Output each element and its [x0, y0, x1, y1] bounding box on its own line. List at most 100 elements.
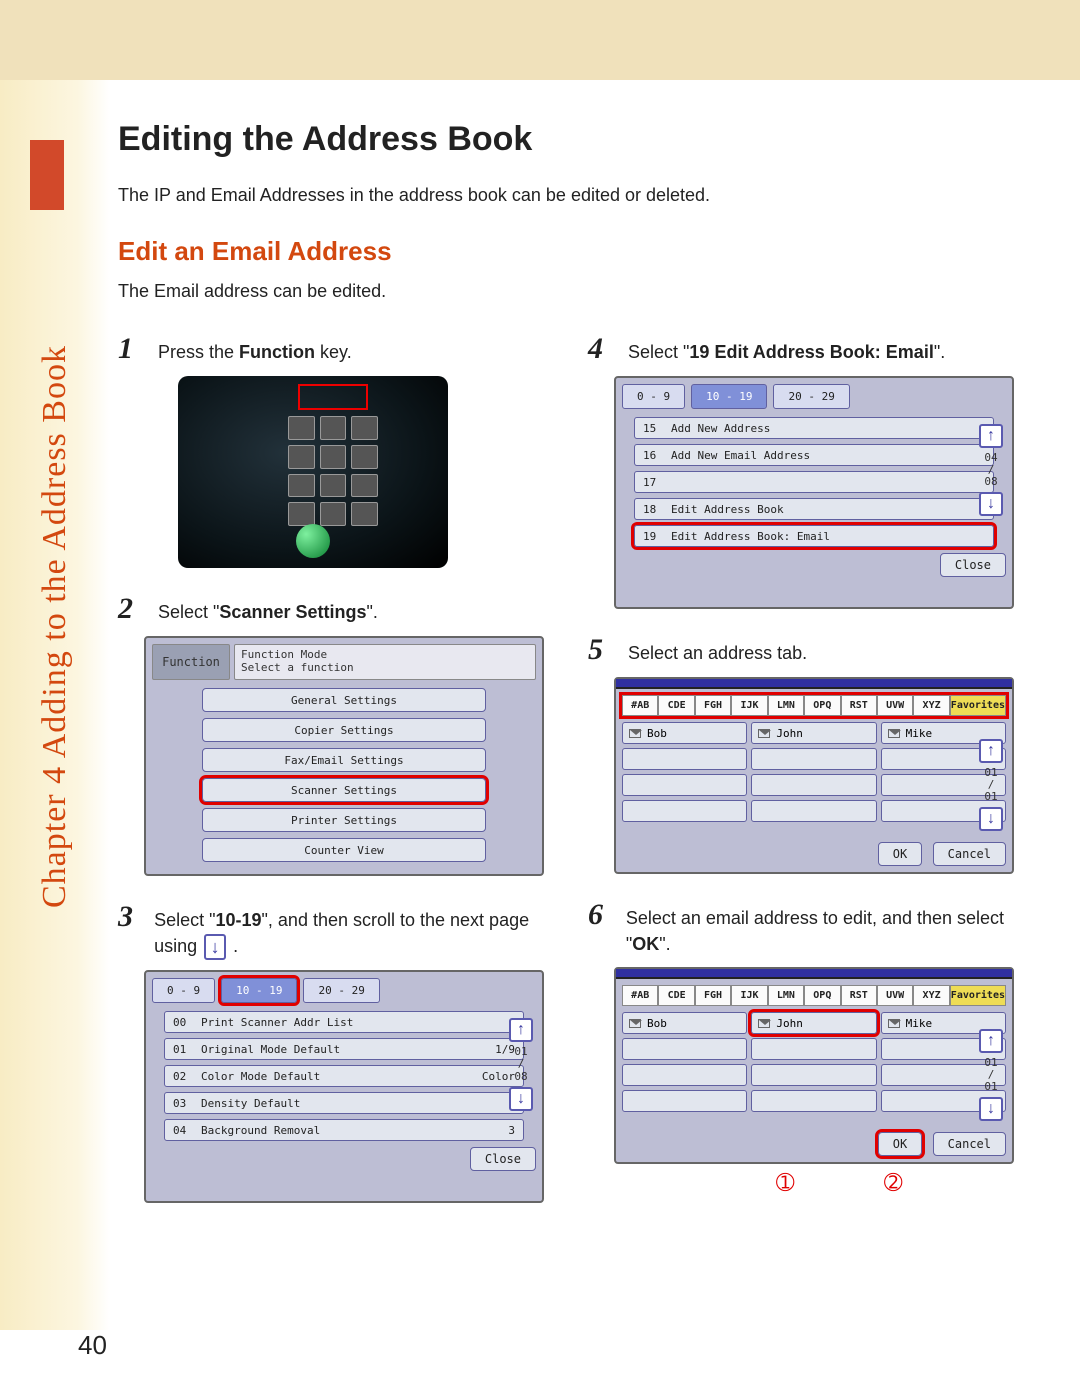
step-4-number: 4 [588, 332, 614, 366]
tab-ijk[interactable]: IJK [731, 695, 767, 716]
scroll-up-icon[interactable]: ↑ [979, 424, 1003, 448]
cancel-button[interactable]: Cancel [933, 842, 1006, 866]
list-row[interactable]: 15Add New Address [634, 417, 994, 439]
tab-20-29[interactable]: 20 - 29 [303, 978, 379, 1003]
step-5-number: 5 [588, 633, 614, 667]
scroll-up-icon[interactable]: ↑ [979, 1029, 1003, 1053]
list-row[interactable]: 16Add New Email Address [634, 444, 994, 466]
address-entry[interactable]: Bob [622, 722, 747, 744]
tab-xyz[interactable]: XYZ [913, 695, 949, 716]
ok-button[interactable]: OK [878, 1132, 922, 1156]
top-band [0, 0, 1080, 80]
address-entry[interactable]: John [751, 1012, 876, 1034]
close-button[interactable]: Close [940, 553, 1006, 577]
tab-lmn[interactable]: LMN [768, 985, 804, 1006]
step-2: 2 Select "Scanner Settings". Function Fu… [118, 592, 548, 876]
step-4: 4 Select "19 Edit Address Book: Email". … [588, 332, 1018, 609]
step-1-text: Press the Function key. [158, 339, 352, 365]
address-tabs-row[interactable]: #AB CDE FGH IJK LMN OPQ RST UVW XYZ Favo… [622, 695, 1006, 716]
step-1: 1 Press the Function key. [118, 332, 548, 568]
scroll-down-icon[interactable]: ↓ [979, 492, 1003, 516]
option-printer-settings[interactable]: Printer Settings [202, 808, 486, 832]
step-1-number: 1 [118, 332, 144, 366]
list-row[interactable]: 04Background Removal3 [164, 1119, 524, 1141]
tab-fgh[interactable]: FGH [695, 985, 731, 1006]
list-row[interactable]: 02Color Mode DefaultColor [164, 1065, 524, 1087]
tab-20-29[interactable]: 20 - 29 [773, 384, 849, 409]
function-panel-title: Function Mode Select a function [234, 644, 536, 680]
tab-uvw[interactable]: UVW [877, 695, 913, 716]
tab-rst[interactable]: RST [841, 985, 877, 1006]
function-key-highlight [298, 384, 368, 410]
row-edit-address-book-email[interactable]: 19Edit Address Book: Email [634, 525, 994, 547]
callout-1-icon: ➀ [776, 1170, 794, 1196]
tab-fgh[interactable]: FGH [695, 695, 731, 716]
tab-ijk[interactable]: IJK [731, 985, 767, 1006]
mail-icon [888, 1019, 900, 1028]
step-5-text: Select an address tab. [628, 640, 807, 666]
list-row[interactable]: 03Density Default0 [164, 1092, 524, 1114]
address-entry[interactable]: Bob [622, 1012, 747, 1034]
intro-paragraph-2: The Email address can be edited. [118, 281, 1028, 302]
start-button-icon [296, 524, 330, 558]
tab-10-19[interactable]: 10 - 19 [691, 384, 767, 409]
scroll-position-label: 04/08 [984, 452, 997, 488]
option-scanner-settings[interactable]: Scanner Settings [202, 778, 486, 802]
scroll-up-icon[interactable]: ↑ [509, 1018, 533, 1042]
tab-opq[interactable]: OPQ [804, 695, 840, 716]
cancel-button[interactable]: Cancel [933, 1132, 1006, 1156]
tab-xyz[interactable]: XYZ [913, 985, 949, 1006]
mail-icon [629, 729, 641, 738]
intro-paragraph-1: The IP and Email Addresses in the addres… [118, 185, 1028, 206]
function-mode-panel: Function Function Mode Select a function… [144, 636, 544, 876]
scroll-down-icon[interactable]: ↓ [509, 1087, 533, 1111]
tab-ab[interactable]: #AB [622, 985, 658, 1006]
option-counter-view[interactable]: Counter View [202, 838, 486, 862]
tab-10-19[interactable]: 10 - 19 [221, 978, 297, 1003]
mail-icon [758, 729, 770, 738]
tab-cde[interactable]: CDE [658, 985, 694, 1006]
scroll-down-icon[interactable]: ↓ [979, 1097, 1003, 1121]
step-6-number: 6 [588, 898, 612, 932]
step-3-text: Select "10-19", and then scroll to the n… [154, 907, 548, 960]
scroll-position-label: 01/08 [514, 1046, 527, 1082]
scroll-down-icon[interactable]: ↓ [979, 807, 1003, 831]
callout-2-icon: ➁ [884, 1170, 902, 1196]
step-2-text: Select "Scanner Settings". [158, 599, 378, 625]
list-row[interactable]: 00Print Scanner Addr List [164, 1011, 524, 1033]
scroll-position-label: 01/01 [984, 1057, 997, 1093]
scroll-down-icon: ↓ [204, 934, 226, 960]
close-button[interactable]: Close [470, 1147, 536, 1171]
step-3: 3 Select "10-19", and then scroll to the… [118, 900, 548, 1203]
tab-uvw[interactable]: UVW [877, 985, 913, 1006]
address-tabs-row[interactable]: #AB CDE FGH IJK LMN OPQ RST UVW XYZ Favo… [622, 985, 1006, 1006]
mail-icon [758, 1019, 770, 1028]
function-tab-label[interactable]: Function [152, 644, 230, 680]
tab-ab[interactable]: #AB [622, 695, 658, 716]
device-keypad-illustration [178, 376, 448, 568]
scanner-settings-panel: 0 - 9 10 - 19 20 - 29 00Print Scanner Ad… [144, 970, 544, 1203]
address-entry[interactable]: John [751, 722, 876, 744]
step-6: 6 Select an email address to edit, and t… [588, 898, 1018, 1164]
tab-0-9[interactable]: 0 - 9 [152, 978, 215, 1003]
scroll-up-icon[interactable]: ↑ [979, 739, 1003, 763]
tab-rst[interactable]: RST [841, 695, 877, 716]
tab-lmn[interactable]: LMN [768, 695, 804, 716]
section-heading: Edit an Email Address [118, 236, 1028, 267]
step-2-number: 2 [118, 592, 144, 626]
step-3-number: 3 [118, 900, 140, 934]
list-row[interactable]: 17 [634, 471, 994, 493]
option-fax-email-settings[interactable]: Fax/Email Settings [202, 748, 486, 772]
option-copier-settings[interactable]: Copier Settings [202, 718, 486, 742]
list-row[interactable]: 18Edit Address Book [634, 498, 994, 520]
list-row[interactable]: 01Original Mode Default1/9 [164, 1038, 524, 1060]
tab-opq[interactable]: OPQ [804, 985, 840, 1006]
tab-favorites[interactable]: Favorites [950, 985, 1006, 1006]
ok-button[interactable]: OK [878, 842, 922, 866]
step-6-text: Select an email address to edit, and the… [626, 905, 1018, 957]
option-general-settings[interactable]: General Settings [202, 688, 486, 712]
tab-0-9[interactable]: 0 - 9 [622, 384, 685, 409]
edit-address-book-panel: 0 - 9 10 - 19 20 - 29 15Add New Address … [614, 376, 1014, 609]
tab-favorites[interactable]: Favorites [950, 695, 1006, 716]
tab-cde[interactable]: CDE [658, 695, 694, 716]
